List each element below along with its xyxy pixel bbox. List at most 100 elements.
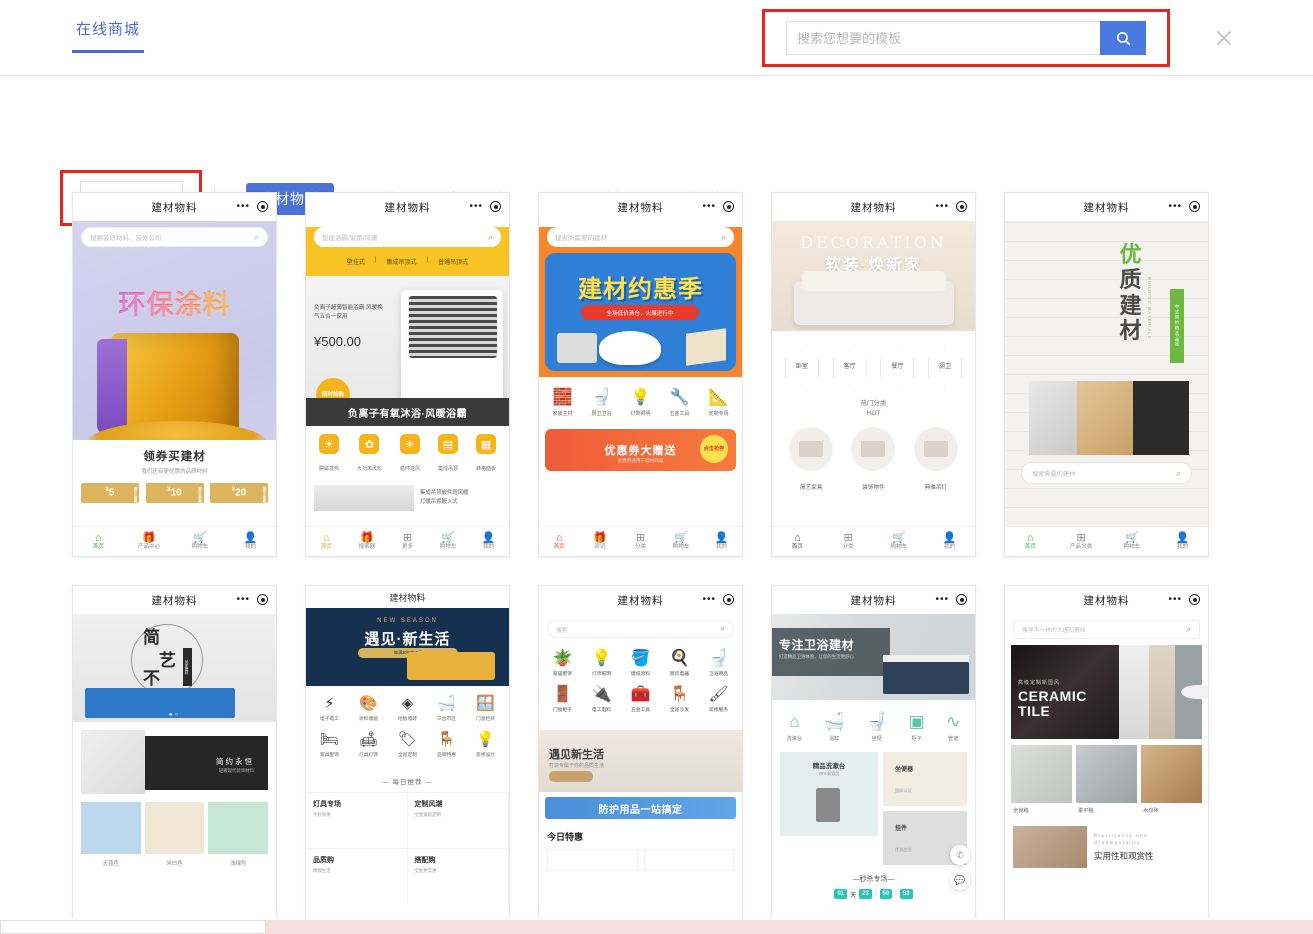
template-card-2[interactable]: 建材物料 ••• 智能浴霸/家用/风暖 ⌕ 壁挂式| 集成: [305, 192, 510, 557]
tabbar-item-cart[interactable]: 🛒购物车: [428, 532, 469, 550]
icon-item[interactable]: 🎨涂料墙纸: [352, 694, 386, 722]
icon-item[interactable]: 🪟门窗栏杆: [469, 694, 503, 722]
tile-item[interactable]: 全抛釉: [1011, 745, 1072, 818]
sub-nav-item[interactable]: 壁挂式: [347, 257, 365, 266]
tabbar-item-search[interactable]: 🎁搜索器: [347, 532, 388, 550]
category-item[interactable]: ∿管道: [946, 712, 960, 742]
icon-item[interactable]: 🪑全屋沙发: [663, 684, 697, 713]
icon-item[interactable]: 🚽卫浴用品: [702, 648, 736, 677]
icon-item[interactable]: ⚡电子电工: [313, 694, 347, 722]
icon-item[interactable]: 🛁三台市区: [430, 694, 464, 722]
template-card-9[interactable]: 建材物料 ••• 专注卫浴建材 打造精品卫浴体验，让您的生活更舒心 ⌂洗漱台: [771, 585, 976, 934]
tile-item[interactable]: 柔平釉: [1076, 745, 1137, 818]
icon-item[interactable]: 🧰五金工具: [624, 684, 658, 713]
mini-search-bar[interactable]: 搜索 ⌕: [547, 620, 734, 638]
icon-item[interactable]: 🪴家居配饰: [546, 648, 580, 677]
icon-item[interactable]: 🏷全屋定制: [391, 730, 425, 758]
tabbar-item-home[interactable]: ⌂首页: [1005, 532, 1056, 550]
tabbar-item-category[interactable]: ⊞分类: [823, 532, 874, 550]
category-item[interactable]: 🛁浴缸: [824, 712, 845, 742]
banner-button[interactable]: [549, 771, 593, 782]
icon-item[interactable]: 🛏家具配饰: [313, 730, 347, 758]
template-card-7[interactable]: 建材物料 NEW SEASON 遇见·新生活 每满300减50元 ⚡电子电工 🎨…: [305, 585, 510, 934]
tabbar-item-cart[interactable]: 🛒购物车: [175, 532, 226, 550]
coupon-item[interactable]: ¥10 满200使用: [146, 483, 204, 503]
color-swatch-item[interactable]: 天蓝色: [81, 802, 141, 867]
tabbar-item-mine[interactable]: 👤我的: [1157, 532, 1208, 550]
icon-item[interactable]: 💡灯饰照明: [585, 648, 619, 677]
chat-fab-icon[interactable]: 💬: [950, 870, 970, 890]
category-item[interactable]: 🧱家装主材: [552, 387, 572, 417]
icon-item[interactable]: 🔌电工电料: [585, 684, 619, 713]
room-item[interactable]: 厨卫: [928, 349, 962, 387]
category-item[interactable]: 🚽厨卫卫浴: [591, 387, 611, 417]
promo-main[interactable]: 精品洗漱台 99%高容度: [780, 752, 878, 836]
tabbar-item-mine[interactable]: 👤我的: [701, 532, 742, 550]
mini-search-bar[interactable]: 搜寻不一样的大理石瓷砖 ⌕: [1013, 620, 1200, 639]
tabbar-item-more[interactable]: ⊞更多: [387, 532, 428, 550]
tabbar-item-cart[interactable]: 🛒购物车: [874, 532, 925, 550]
icon-item[interactable]: 🍳厨房电器: [663, 648, 697, 677]
room-item[interactable]: 客厅: [833, 349, 867, 387]
tabbar-item-cart[interactable]: 🛒购物车: [661, 532, 702, 550]
recommendation-item[interactable]: 定制风潮 全屋家居定制: [408, 792, 510, 848]
tabbar-item-home[interactable]: ⌂首页: [772, 532, 823, 550]
template-card-4[interactable]: 建材物料 ••• DECORATION 软装·焕新家 卧室 客厅: [771, 192, 976, 557]
icon-item[interactable]: 💡装修设计: [469, 730, 503, 758]
icon-item[interactable]: 🚪门窗柜子: [546, 684, 580, 713]
tabbar-item-news[interactable]: 🎁资讯: [580, 532, 621, 550]
category-item[interactable]: 💡灯饰照明: [630, 387, 650, 417]
icon-item[interactable]: ◈地板墙砖: [391, 694, 425, 722]
hot-item[interactable]: 简艺家具: [789, 427, 833, 494]
template-card-8[interactable]: 建材物料 ••• 搜索 ⌕ 🪴家居配饰 💡灯饰照明: [538, 585, 743, 934]
sub-nav-item[interactable]: 普通吊顶式: [438, 257, 468, 266]
deal-item[interactable]: [547, 849, 638, 871]
tabbar-item-category[interactable]: ⊞分类: [620, 532, 661, 550]
tabbar-item-home[interactable]: ⌂首页: [539, 532, 580, 550]
phone-fab-icon[interactable]: ✆: [950, 845, 970, 865]
coupon-item[interactable]: ¥20 满500使用: [210, 483, 268, 503]
category-item[interactable]: ▣柜子: [909, 712, 925, 742]
tabbar-item-mine[interactable]: 👤我的: [924, 532, 975, 550]
room-item[interactable]: 卧室: [785, 349, 819, 387]
tabbar-item-mine[interactable]: 👤我的: [468, 532, 509, 550]
coupon-banner[interactable]: 优惠券大赠送 优惠券通用于建材商城 点击抢券: [545, 429, 736, 471]
icon-item[interactable]: 🖌装修服务: [702, 684, 736, 713]
protection-banner[interactable]: 防护用品一站搞定: [545, 797, 736, 819]
hot-item[interactable]: 典雅吊灯: [914, 427, 958, 494]
room-item[interactable]: 餐厅: [880, 349, 914, 387]
icon-item[interactable]: 🪑品牌特惠: [430, 730, 464, 758]
tile-item[interactable]: 木纹砖: [1141, 745, 1202, 818]
tabbar-item-mine[interactable]: 👤我的: [225, 532, 276, 550]
tabbar-item-category[interactable]: ⊞产品分类: [1056, 532, 1107, 550]
feature-item[interactable]: ☀瞬磁发热: [319, 434, 339, 475]
coupon-item[interactable]: ¥5 满100使用: [81, 483, 139, 503]
feature-item[interactable]: ▤集成吊顶: [438, 434, 458, 475]
tabbar-item-home[interactable]: ⌂首页: [306, 532, 347, 550]
color-swatch-item[interactable]: 浅绿色: [208, 802, 268, 867]
coupon-claim-button[interactable]: 点击抢券: [700, 435, 728, 463]
hot-item[interactable]: 装饰物件: [851, 427, 895, 494]
recommendation-item[interactable]: 品质购 精致生活: [306, 848, 408, 904]
template-card-6[interactable]: 建材物料 ••• 简 艺 不 品质建材 ●○: [72, 585, 277, 934]
life-banner[interactable]: 遇见新生活 打造专属于你的品质生活: [539, 730, 742, 792]
template-card-10[interactable]: 建材物料 ••• 搜寻不一样的大理石瓷砖 ⌕ 高级定制新国风: [1004, 585, 1209, 934]
category-item[interactable]: 🚽坐便: [866, 712, 887, 742]
icon-item[interactable]: 🪣墙纸涂料: [624, 648, 658, 677]
dark-promo-panel[interactable]: 简约永恒 轻奢现代装饰材料: [145, 736, 268, 790]
color-swatch-item[interactable]: 米白色: [145, 802, 205, 867]
tab-online-store[interactable]: 在线商城: [72, 18, 144, 53]
feature-item[interactable]: ✿大功率风轮: [357, 434, 382, 475]
search-button[interactable]: [1100, 21, 1146, 55]
category-item[interactable]: ⌂洗漱台: [787, 712, 803, 742]
close-button[interactable]: [1212, 26, 1236, 50]
feature-item[interactable]: ✳循环送风: [400, 434, 420, 475]
template-card-1[interactable]: 建材物料 ••• 搜索装修材料、装修公司 ⌕ 环保涂料 领券买建材: [72, 192, 277, 557]
bottom-feature[interactable]: Practicality And Ornamentality 实用性和观赏性: [1005, 818, 1208, 868]
mini-search-bar[interactable]: 搜索需要的建材 ⌕: [1021, 462, 1192, 484]
icon-item[interactable]: 🛋灯具灯饰: [352, 730, 386, 758]
recommendation-item[interactable]: 搭配购 全屋更实惠: [408, 848, 510, 904]
tabbar-item-products[interactable]: 🎁产品中心: [124, 532, 175, 550]
promo-side-item[interactable]: 坐便器 国家认证: [883, 752, 967, 806]
sub-nav-item[interactable]: 集成吊顶式: [386, 257, 416, 266]
